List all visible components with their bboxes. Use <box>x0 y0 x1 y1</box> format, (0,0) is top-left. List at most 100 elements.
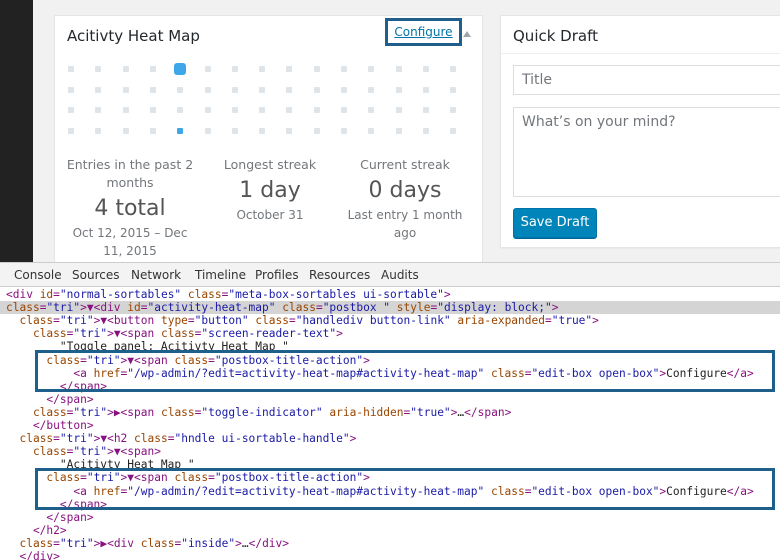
tab-profiles[interactable]: Profiles <box>255 268 299 282</box>
heat-cell <box>341 127 347 134</box>
heat-cell <box>122 127 129 134</box>
stat-label: Entries in the past 2 months <box>66 157 194 190</box>
heat-cell <box>68 127 74 134</box>
stat-value: 4 total <box>94 196 166 221</box>
heat-cell <box>259 86 266 93</box>
heat-cell <box>95 66 102 72</box>
heat-cell <box>450 66 457 72</box>
heat-cell <box>95 127 102 134</box>
wordpress-dashboard: Acitivty Heat Map Configure Entries in t… <box>0 0 780 262</box>
devtools-tabbar: Console Sources Network Timeline Profile… <box>0 263 780 287</box>
heat-cell <box>204 107 211 113</box>
dom-node-line[interactable]: class="tri">▼<span> <box>0 445 780 458</box>
dom-node-line[interactable]: </button> <box>0 419 780 432</box>
heat-cell <box>313 107 320 113</box>
title-divider <box>501 53 780 54</box>
heat-cell <box>368 66 375 72</box>
stat-entries: Entries in the past 2 months 4 total Oct… <box>65 156 195 260</box>
highlight-box-button-span <box>35 350 775 392</box>
dom-node-line[interactable]: class="tri">▼<span class="screen-reader-… <box>0 327 780 340</box>
dom-node-line[interactable]: </span> <box>0 511 780 524</box>
stat-sub: October 31 <box>236 208 304 222</box>
stat-value: 0 days <box>368 178 442 203</box>
heatmap-title: Acitivty Heat Map <box>67 27 200 45</box>
tab-audits[interactable]: Audits <box>381 268 419 282</box>
activity-heat-map-postbox: Acitivty Heat Map Configure Entries in t… <box>54 15 483 262</box>
heat-cell <box>122 66 129 72</box>
tab-timeline[interactable]: Timeline <box>195 268 246 282</box>
tab-resources[interactable]: Resources <box>309 268 370 282</box>
heat-cell <box>259 127 266 134</box>
dom-node-line[interactable]: class="tri">▼<h2 class="hndle ui-sortabl… <box>0 432 780 445</box>
elements-tree: <div id="normal-sortables" class="meta-b… <box>0 288 780 560</box>
heat-cell <box>450 127 457 134</box>
heat-grid <box>68 63 468 136</box>
draft-content-textarea[interactable]: What’s on your mind? <box>513 107 780 197</box>
heat-cell <box>422 86 429 93</box>
dom-node-line[interactable]: <div id="normal-sortables" class="meta-b… <box>0 288 780 301</box>
heat-cell <box>259 107 266 113</box>
heat-cell <box>395 66 402 72</box>
heat-cell <box>313 86 320 93</box>
heat-cell <box>259 66 266 72</box>
heat-cell <box>231 86 238 93</box>
heat-cell <box>95 107 102 113</box>
heat-cell <box>450 107 457 113</box>
heat-cell <box>286 107 293 113</box>
draft-title-input[interactable]: Title <box>513 65 780 95</box>
heat-cell <box>149 127 156 134</box>
heat-cell <box>177 86 184 93</box>
heat-cell <box>95 86 102 93</box>
heat-cell <box>395 86 402 93</box>
stat-sub: Last entry 1 month ago <box>347 208 463 240</box>
stat-label: Current streak <box>360 157 450 172</box>
dom-node-line[interactable]: </div> <box>0 550 780 560</box>
tab-network[interactable]: Network <box>131 268 181 282</box>
dom-node-line[interactable]: class="tri">▶<span class="toggle-indicat… <box>0 406 780 419</box>
heat-cell <box>368 86 375 93</box>
heat-cell <box>204 86 211 93</box>
quick-draft-title: Quick Draft <box>513 27 598 45</box>
configure-link[interactable]: Configure <box>385 18 462 46</box>
dom-node-line[interactable]: </span> <box>0 393 780 406</box>
heat-cell <box>149 86 156 93</box>
heat-cell <box>204 66 211 72</box>
stat-current-streak: Current streak 0 days Last entry 1 month… <box>340 156 470 242</box>
heat-cell <box>174 63 187 75</box>
stat-label: Longest streak <box>223 157 317 172</box>
admin-sidebar <box>0 0 33 262</box>
heat-cell <box>286 66 293 72</box>
heat-cell <box>368 127 375 134</box>
heat-cell <box>286 127 293 134</box>
dom-node-line[interactable]: class="tri">▼<div id="activity-heat-map"… <box>0 301 780 315</box>
heat-cell <box>341 107 347 113</box>
heat-cell <box>395 107 402 113</box>
tab-sources[interactable]: Sources <box>72 268 119 282</box>
heat-cell <box>177 127 184 134</box>
devtools-panel: Console Sources Network Timeline Profile… <box>0 262 780 560</box>
stat-value: 1 day <box>239 178 301 203</box>
heat-cell <box>122 107 129 113</box>
tab-console[interactable]: Console <box>14 268 62 282</box>
heat-cell <box>313 66 320 72</box>
heat-cell <box>68 66 74 72</box>
quick-draft-postbox: Quick Draft Title What’s on your mind? S… <box>500 15 780 248</box>
heat-cell <box>149 107 156 113</box>
heat-cell <box>286 86 293 93</box>
heat-cell <box>422 127 429 134</box>
dom-node-line[interactable]: </h2> <box>0 524 780 537</box>
heat-cell <box>422 66 429 72</box>
heat-cell <box>313 127 320 134</box>
heat-cell <box>422 107 429 113</box>
dom-node-line[interactable]: class="tri">▼<button type="button" class… <box>0 314 780 327</box>
heat-cell <box>450 86 457 93</box>
save-draft-button[interactable]: Save Draft <box>513 208 597 238</box>
heat-cell <box>231 66 238 72</box>
heat-cell <box>368 107 375 113</box>
dom-node-line[interactable]: class="tri">▶<div class="inside">…</div> <box>0 537 780 550</box>
heat-cell <box>395 127 402 134</box>
heat-cell <box>204 127 211 134</box>
heat-cell <box>122 86 129 93</box>
heat-cell <box>231 127 238 134</box>
collapse-arrow-icon[interactable] <box>463 31 471 37</box>
